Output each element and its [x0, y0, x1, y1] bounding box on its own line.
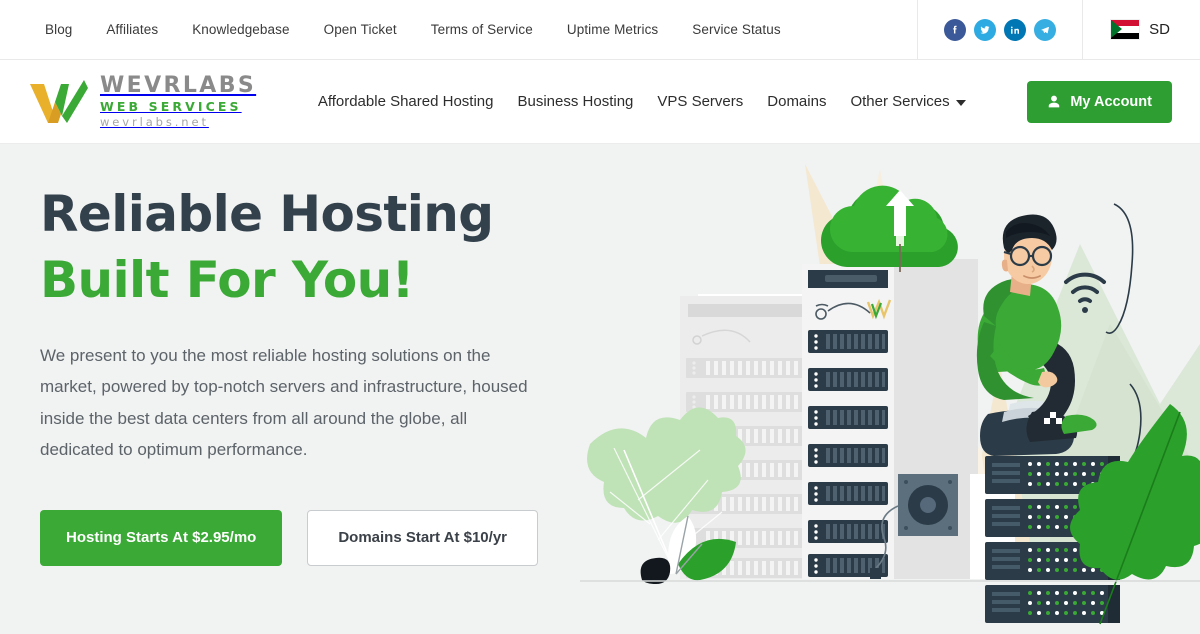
twitter-icon[interactable]: [974, 18, 997, 41]
social-links: [917, 0, 1084, 60]
nav-label: Domains: [767, 93, 827, 110]
top-bar-right: SD: [917, 0, 1200, 60]
nav-affordable-shared-hosting[interactable]: Affordable Shared Hosting: [306, 93, 506, 110]
topnav-blog[interactable]: Blog: [28, 22, 89, 37]
hero-cta-row: Hosting Starts At $2.95/mo Domains Start…: [40, 509, 570, 566]
nav-business-hosting[interactable]: Business Hosting: [505, 93, 645, 110]
site-logo[interactable]: WEVRLABS WEB SERVICES wevrlabs.net: [28, 72, 257, 129]
sudan-flag-icon: [1111, 20, 1140, 39]
wevrlabs-logo-mark: [30, 79, 88, 123]
topnav-affiliates[interactable]: Affiliates: [89, 22, 175, 37]
stacked-server-unit: [985, 585, 1120, 623]
topnav-knowledgebase[interactable]: Knowledgebase: [175, 22, 306, 37]
topnav-terms-of-service[interactable]: Terms of Service: [414, 22, 550, 37]
hero-title: Reliable Hosting Built For You!: [40, 186, 570, 308]
logo-line-2: WEB SERVICES: [100, 98, 242, 114]
site-header: WEVRLABS WEB SERVICES wevrlabs.net Affor…: [0, 60, 1200, 144]
hero-paragraph: We present to you the most reliable host…: [40, 346, 528, 460]
country-code-label: SD: [1149, 21, 1170, 38]
chevron-down-icon: [955, 99, 966, 106]
nav-other-services[interactable]: Other Services: [838, 93, 977, 110]
nav-label: Other Services: [850, 93, 950, 110]
facebook-icon[interactable]: [944, 18, 967, 41]
topnav-uptime-metrics[interactable]: Uptime Metrics: [550, 22, 675, 37]
cloud-hosting-illustration: [580, 164, 1200, 625]
my-account-button[interactable]: My Account: [1027, 80, 1172, 123]
nav-vps-servers[interactable]: VPS Servers: [645, 93, 755, 110]
telegram-icon[interactable]: [1034, 18, 1057, 41]
cloud-upload-icon: [821, 185, 958, 272]
hero-section: Reliable Hosting Built For You! We prese…: [0, 144, 1200, 634]
hero-title-line-1: Reliable Hosting: [40, 185, 494, 243]
hero-content: Reliable Hosting Built For You! We prese…: [40, 186, 570, 566]
nav-label: VPS Servers: [657, 93, 744, 110]
hosting-cta-button[interactable]: Hosting Starts At $2.95/mo: [40, 509, 283, 566]
domains-cta-button[interactable]: Domains Start At $10/yr: [307, 509, 538, 566]
hero-illustration: [580, 144, 1200, 634]
nav-domains[interactable]: Domains: [755, 93, 838, 110]
my-account-label: My Account: [1070, 93, 1152, 110]
topnav-service-status[interactable]: Service Status: [675, 22, 797, 37]
topnav-open-ticket[interactable]: Open Ticket: [307, 22, 414, 37]
linkedin-icon[interactable]: [1004, 18, 1027, 41]
top-utility-bar: Blog Affiliates Knowledgebase Open Ticke…: [0, 0, 1200, 60]
user-icon: [1049, 95, 1060, 108]
hero-title-line-2: Built For You!: [40, 251, 414, 309]
main-navigation: Affordable Shared Hosting Business Hosti…: [306, 93, 978, 110]
logo-line-3: wevrlabs.net: [100, 115, 209, 129]
main-server-rack: [802, 264, 894, 579]
logo-line-1: WEVRLABS: [100, 72, 257, 98]
logo-text: WEVRLABS WEB SERVICES wevrlabs.net: [100, 72, 257, 129]
nav-label: Business Hosting: [517, 93, 634, 110]
nav-label: Affordable Shared Hosting: [317, 93, 494, 110]
top-navigation: Blog Affiliates Knowledgebase Open Ticke…: [0, 22, 798, 37]
country-selector[interactable]: SD: [1083, 20, 1200, 39]
